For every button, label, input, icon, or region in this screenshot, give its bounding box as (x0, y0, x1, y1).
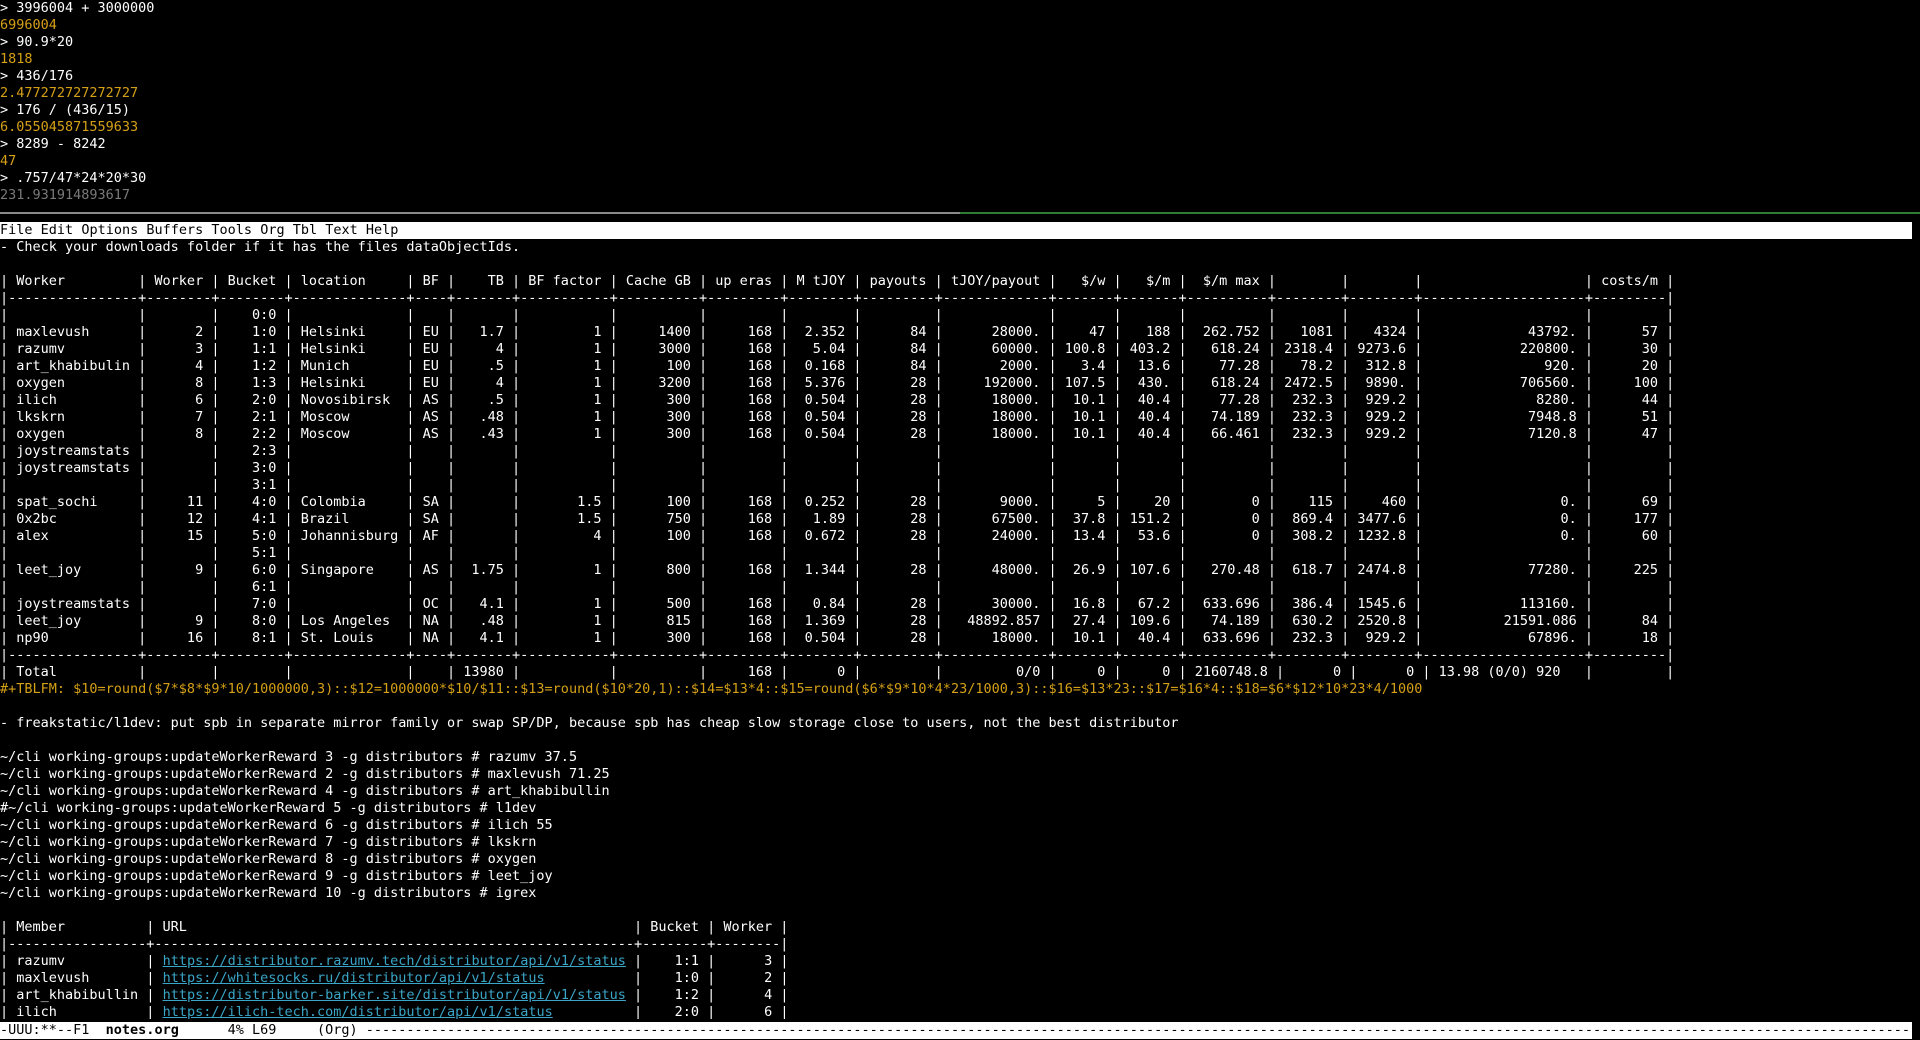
text-line: ~/cli working-groups:updateWorkerReward … (0, 783, 610, 799)
status-url-link[interactable]: https://distributor-barker.site/distribu… (163, 987, 626, 1003)
url-table-row: | art_khabibullin | https://distributor-… (0, 987, 789, 1003)
terminal-result-line: 2.477272727272727 (0, 85, 139, 101)
terminal-command-line: > 436/176 (0, 68, 74, 84)
menu-item-options[interactable]: Options (81, 222, 138, 238)
member-cell: razumv (16, 953, 66, 969)
table-row: |----------------+--------+--------+----… (0, 290, 1675, 306)
table-row: | | | 5:1 | | | | | | | | | | | | | | | … (0, 545, 1675, 561)
text-line: ~/cli working-groups:updateWorkerReward … (0, 749, 578, 765)
menu-item-buffers[interactable]: Buffers (146, 222, 203, 238)
bucket-cell: 1:1 (674, 953, 700, 969)
text-line (0, 732, 1920, 749)
text-line: - Check your downloads folder if it has … (0, 239, 521, 255)
member-cell: maxlevush (16, 970, 90, 986)
worker-cell: 4 (764, 987, 773, 1003)
bucket-cell: 1:0 (674, 970, 700, 986)
table-row: | razumv | 3 | 1:1 | Helsinki | EU | 4 |… (0, 341, 1675, 357)
table-row: |-----------------+---------------------… (0, 936, 789, 952)
table-row: | leet_joy | 9 | 6:0 | Singapore | AS | … (0, 562, 1675, 578)
terminal-command-line: > 3996004 + 3000000 (0, 0, 155, 16)
text-line: ~/cli working-groups:updateWorkerReward … (0, 817, 553, 833)
table-row: | Worker | Worker | Bucket | location | … (0, 273, 1675, 289)
terminal-result-line: 231.931914893617 (0, 187, 131, 203)
text-line (0, 256, 1920, 273)
text-line: ~/cli working-groups:updateWorkerReward … (0, 766, 610, 782)
org-buffer[interactable]: - Check your downloads folder if it has … (0, 239, 1920, 1019)
table-row: | | | 0:0 | | | | | | | | | | | | | | | … (0, 307, 1675, 323)
text-line (0, 902, 1920, 919)
member-cell: ilich (16, 1004, 57, 1019)
bucket-cell: 2:0 (674, 1004, 700, 1019)
table-row: | art_khabibulin | 4 | 1:2 | Munich | EU… (0, 358, 1675, 374)
text-line: #~/cli working-groups:updateWorkerReward… (0, 800, 537, 816)
table-row: | alex | 15 | 5:0 | Johannisburg | AF | … (0, 528, 1675, 544)
table-row: | joystreamstats | | 3:0 | | | | | | | |… (0, 460, 1675, 476)
worker-cell: 2 (764, 970, 773, 986)
menu-item-org[interactable]: Org (260, 222, 284, 238)
table-row: | joystreamstats | | 2:3 | | | | | | | |… (0, 443, 1675, 459)
table-row: | spat_sochi | 11 | 4:0 | Colombia | SA … (0, 494, 1675, 510)
menu-item-tbl[interactable]: Tbl (293, 222, 317, 238)
table-row: | Total | | | | | 13980 | | | 168 | 0 | … (0, 664, 1675, 680)
table-row: | ilich | 6 | 2:0 | Novosibirsk | AS | .… (0, 392, 1675, 408)
table-row: | | | 3:1 | | | | | | | | | | | | | | | … (0, 477, 1675, 493)
terminal-command-line: > .757/47*24*20*30 (0, 170, 147, 186)
mode-line: -UUU:**--F1 notes.org 4% L69 (Org) -----… (0, 1022, 1912, 1039)
worker-cell: 6 (764, 1004, 773, 1019)
text-line: ~/cli working-groups:updateWorkerReward … (0, 851, 537, 867)
menu-bar: File Edit Options Buffers Tools Org Tbl … (0, 222, 1912, 239)
url-table-row: | maxlevush | https://whitesocks.ru/dist… (0, 970, 789, 986)
menu-item-tools[interactable]: Tools (211, 222, 252, 238)
status-url-link[interactable]: https://ilich-tech.com/distributor/api/v… (163, 1004, 553, 1019)
url-table-row: | ilich | https://ilich-tech.com/distrib… (0, 1004, 789, 1019)
text-line: ~/cli working-groups:updateWorkerReward … (0, 868, 553, 884)
table-row: | joystreamstats | | 7:0 | | OC | 4.1 | … (0, 596, 1675, 612)
menu-item-text[interactable]: Text (325, 222, 358, 238)
table-row: | leet_joy | 9 | 8:0 | Los Angeles | NA … (0, 613, 1675, 629)
url-table-row: | razumv | https://distributor.razumv.te… (0, 953, 789, 969)
table-row: | Member | URL | Bucket | Worker | (0, 919, 789, 935)
member-cell: art_khabibullin (16, 987, 139, 1003)
table-row: | maxlevush | 2 | 1:0 | Helsinki | EU | … (0, 324, 1675, 340)
table-row: | oxygen | 8 | 1:3 | Helsinki | EU | 4 |… (0, 375, 1675, 391)
table-row: | lkskrn | 7 | 2:1 | Moscow | AS | .48 |… (0, 409, 1675, 425)
table-row: | | | 6:1 | | | | | | | | | | | | | | | … (0, 579, 1675, 595)
terminal-command-line: > 8289 - 8242 (0, 136, 106, 152)
text-line (0, 698, 1920, 715)
terminal-result-line: 1818 (0, 51, 33, 67)
menu-item-edit[interactable]: Edit (41, 222, 74, 238)
table-row: | 0x2bc | 12 | 4:1 | Brazil | SA | | 1.5… (0, 511, 1675, 527)
terminal-result-line: 6996004 (0, 17, 57, 33)
terminal-command-line: > 90.9*20 (0, 34, 74, 50)
table-row: |----------------+--------+--------+----… (0, 647, 1675, 663)
table-row: | np90 | 16 | 8:1 | St. Louis | NA | 4.1… (0, 630, 1675, 646)
menu-item-help[interactable]: Help (366, 222, 399, 238)
modeline-buffer-name[interactable]: notes.org (106, 1022, 179, 1038)
terminal-output: > 3996004 + 3000000 6996004 > 90.9*20 1818 >… (0, 0, 1920, 215)
text-line: ~/cli working-groups:updateWorkerReward … (0, 885, 537, 901)
table-formula-line: #+TBLFM: $10=round($7*$8*$9*10/1000000,3… (0, 681, 1423, 697)
text-line: - freakstatic/l1dev: put spb in separate… (0, 715, 1179, 731)
table-row: | oxygen | 8 | 2:2 | Moscow | AS | .43 |… (0, 426, 1675, 442)
menu-item-file[interactable]: File (0, 222, 33, 238)
status-url-link[interactable]: https://whitesocks.ru/distributor/api/v1… (163, 970, 545, 986)
text-line: ~/cli working-groups:updateWorkerReward … (0, 834, 537, 850)
terminal-result-line: 47 (0, 153, 17, 169)
modeline-fill: ----------------------------------------… (365, 1022, 1912, 1038)
terminal-result-line: 6.055045871559633 (0, 119, 139, 135)
status-url-link[interactable]: https://distributor.razumv.tech/distribu… (163, 953, 626, 969)
window-divider[interactable] (0, 212, 1920, 214)
terminal-command-line: > 176 / (436/15) (0, 102, 131, 118)
worker-cell: 3 (764, 953, 773, 969)
bucket-cell: 1:2 (674, 987, 700, 1003)
modeline-status: -UUU:**--F1 (0, 1022, 106, 1038)
modeline-position: 4% L69 (Org) (178, 1022, 366, 1038)
